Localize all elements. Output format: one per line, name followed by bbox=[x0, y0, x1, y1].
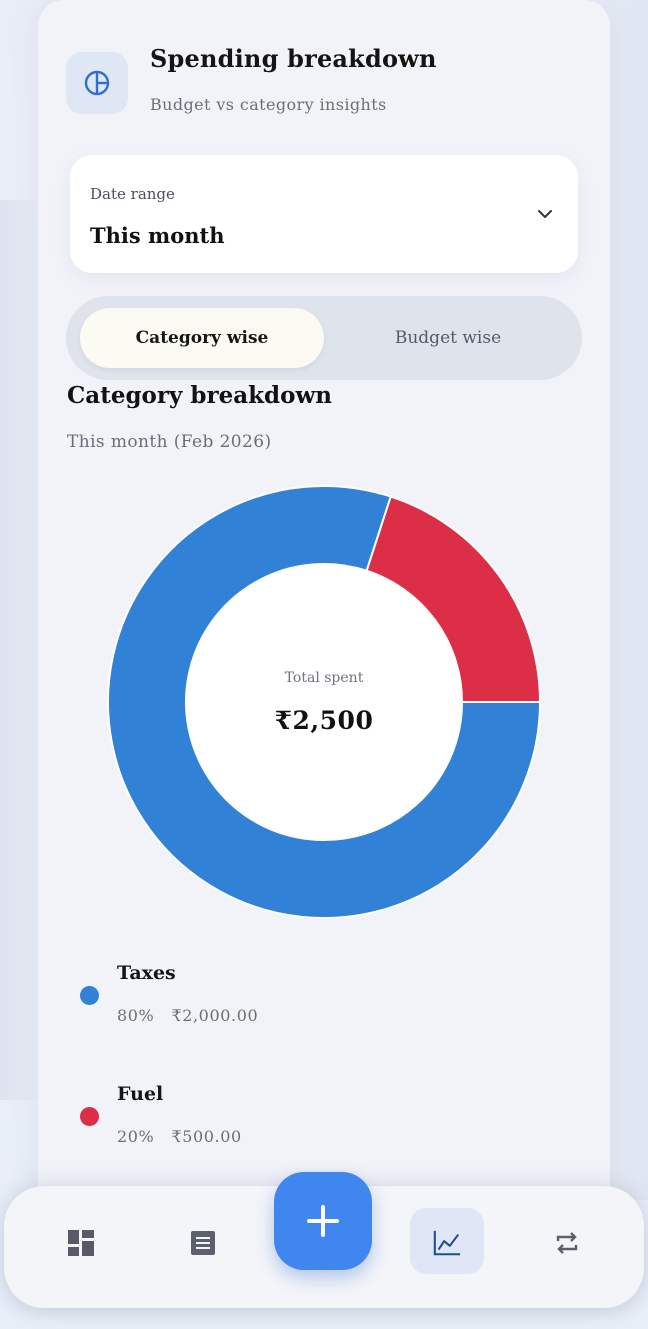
legend-amount: ₹2,000.00 bbox=[171, 1006, 259, 1025]
dashboard-icon[interactable] bbox=[66, 1228, 96, 1258]
legend-percent: 80% bbox=[117, 1006, 155, 1025]
tab-category-wise[interactable]: Category wise bbox=[80, 308, 324, 368]
legend-item-taxes[interactable]: Taxes 80% ₹2,000.00 bbox=[80, 962, 480, 1052]
chart-icon[interactable] bbox=[432, 1228, 462, 1258]
page-title: Spending breakdown bbox=[150, 44, 437, 73]
legend-dot bbox=[80, 1107, 99, 1126]
date-range-select[interactable]: Date range This month bbox=[70, 155, 578, 273]
page-subtitle: Budget vs category insights bbox=[150, 95, 387, 114]
pie-chart-icon bbox=[66, 52, 128, 114]
plus-icon bbox=[307, 1205, 339, 1237]
backdrop-right bbox=[604, 0, 648, 1200]
section-title: Category breakdown bbox=[67, 382, 332, 409]
add-transaction-button[interactable] bbox=[274, 1172, 372, 1270]
view-toggle: Category wise Budget wise bbox=[66, 296, 582, 380]
legend-name: Fuel bbox=[117, 1083, 164, 1105]
list-icon[interactable] bbox=[188, 1228, 218, 1258]
total-spent-value: ₹2,500 bbox=[274, 706, 374, 735]
donut-hole bbox=[187, 565, 461, 839]
donut-chart bbox=[107, 485, 542, 919]
legend-item-fuel[interactable]: Fuel 20% ₹500.00 bbox=[80, 1083, 480, 1173]
backdrop-left bbox=[0, 200, 40, 1100]
legend-dot bbox=[80, 986, 99, 1005]
legend-amount: ₹500.00 bbox=[171, 1127, 242, 1146]
total-spent-label: Total spent bbox=[284, 670, 364, 686]
chevron-down-icon bbox=[538, 210, 552, 218]
date-range-label: Date range bbox=[90, 185, 175, 203]
legend-meta: 20% ₹500.00 bbox=[117, 1127, 242, 1146]
legend-name: Taxes bbox=[117, 962, 176, 984]
section-subtitle: This month (Feb 2026) bbox=[67, 432, 272, 452]
tab-budget-wise[interactable]: Budget wise bbox=[326, 308, 570, 368]
repeat-icon[interactable] bbox=[552, 1228, 582, 1258]
legend-meta: 80% ₹2,000.00 bbox=[117, 1006, 258, 1025]
legend-percent: 20% bbox=[117, 1127, 155, 1146]
date-range-value: This month bbox=[90, 223, 225, 248]
